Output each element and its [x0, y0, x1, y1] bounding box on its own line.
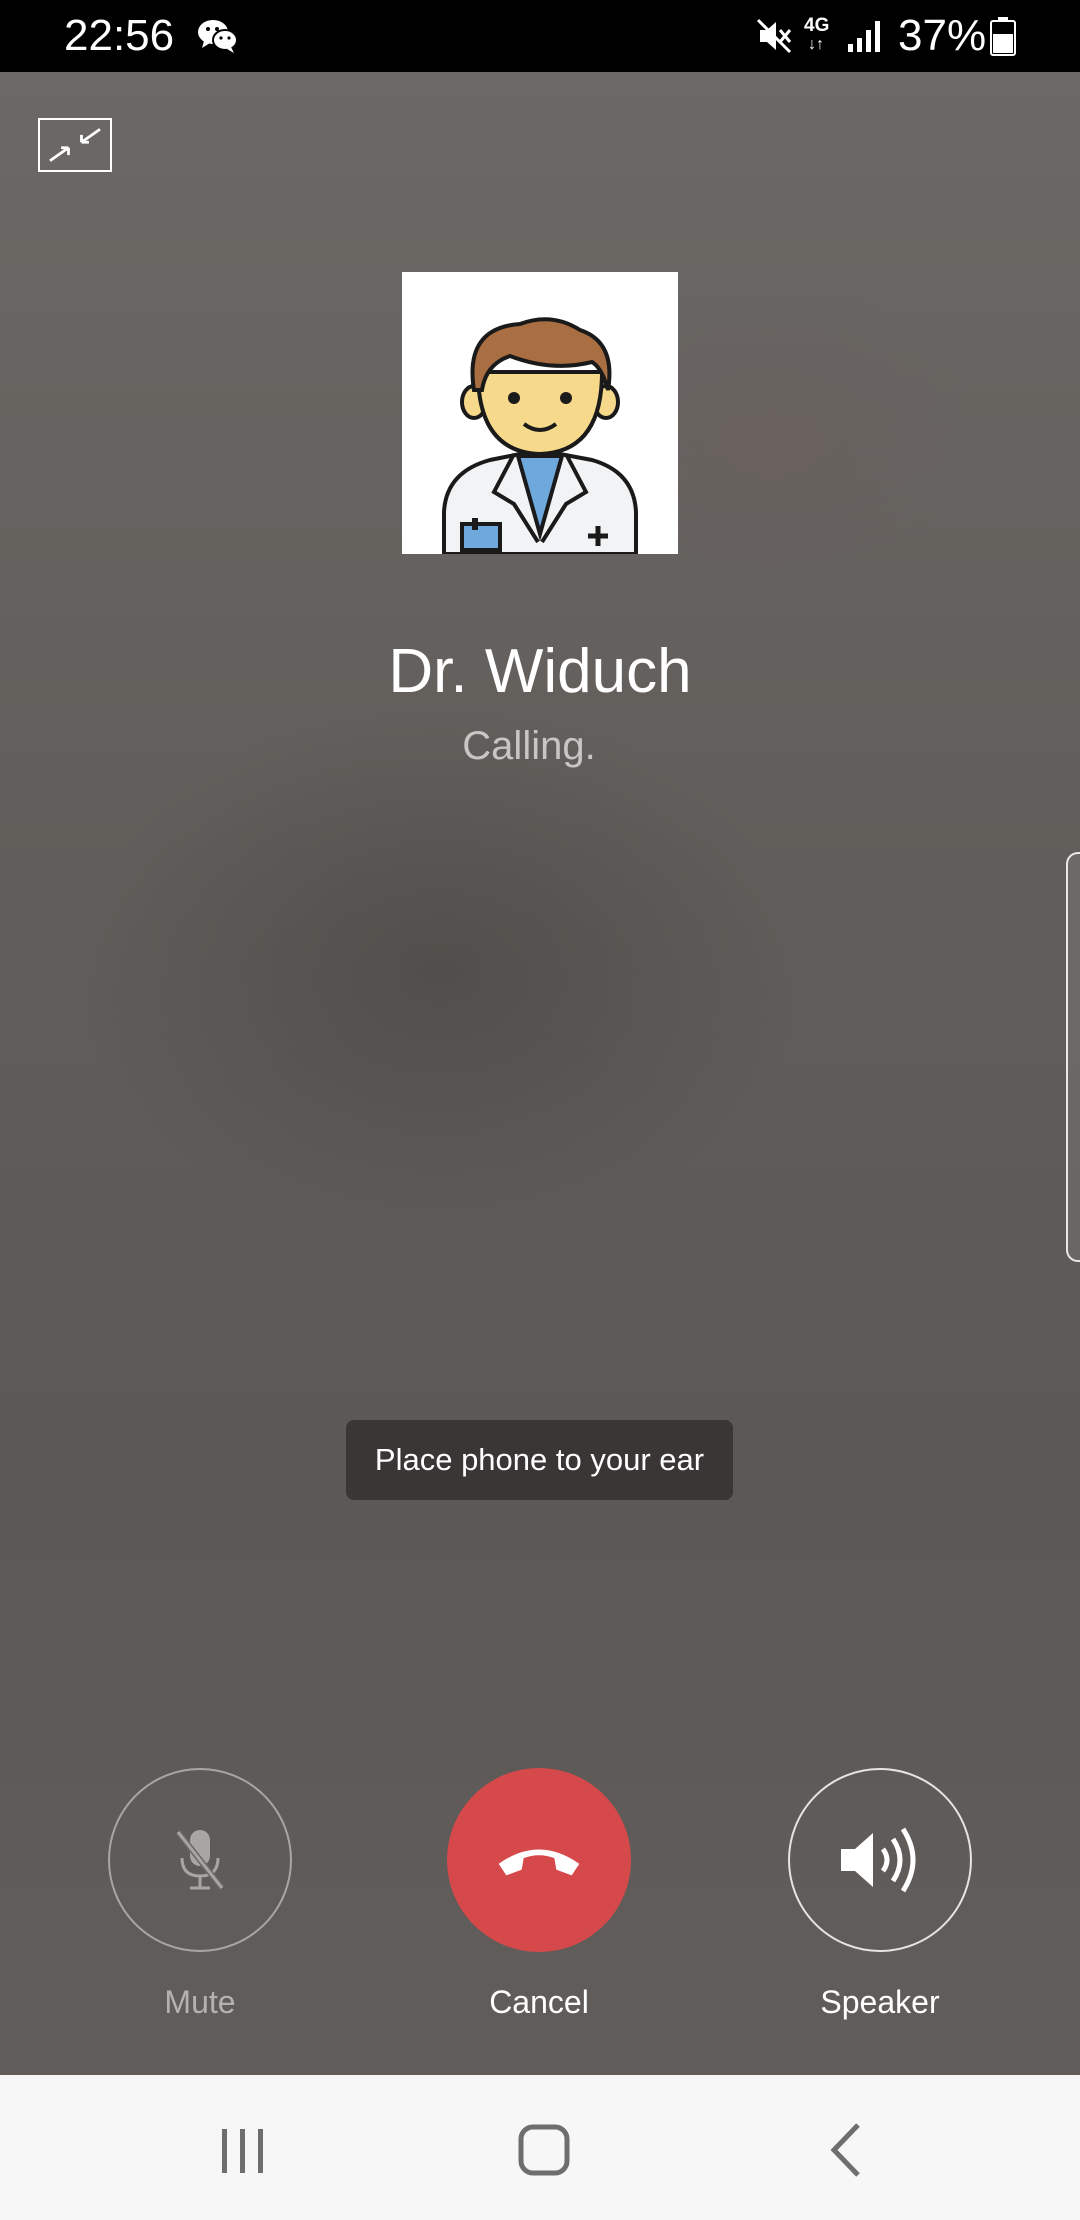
battery-percent: 37% — [898, 11, 987, 60]
mute-button[interactable]: Mute — [108, 1768, 292, 2038]
speaker-icon — [841, 1827, 916, 1893]
recents-icon — [222, 2129, 263, 2173]
cancel-circle[interactable] — [447, 1768, 631, 1952]
call-screen: Dr. Widuch Calling. Place phone to your … — [0, 72, 1080, 2075]
speaker-circle[interactable] — [788, 1768, 972, 1952]
back-button[interactable] — [812, 2115, 882, 2185]
navigation-bar — [0, 2075, 1080, 2220]
cancel-label: Cancel — [489, 1984, 589, 2020]
recents-button[interactable] — [208, 2115, 278, 2185]
network-type: 4G ↓↑ — [804, 15, 830, 54]
speaker-label: Speaker — [820, 1984, 940, 2020]
mute-label: Mute — [164, 1984, 236, 2020]
avatar — [402, 272, 678, 554]
minimize-icon — [49, 128, 101, 162]
hang-up-icon — [498, 1849, 580, 1876]
signal-icon — [846, 18, 882, 54]
edge-panel-handle[interactable] — [1066, 852, 1080, 1262]
wechat-icon — [196, 16, 240, 56]
call-status: Calling. — [462, 724, 596, 768]
status-bar: 22:56 4G ↓↑ 37% — [0, 0, 1080, 72]
mic-off-icon — [175, 1830, 225, 1890]
cancel-button[interactable]: Cancel — [447, 1768, 631, 2038]
caller-name: Dr. Widuch — [388, 637, 692, 706]
status-time: 22:56 — [64, 11, 175, 60]
minimize-button[interactable] — [38, 118, 112, 172]
speaker-button[interactable]: Speaker — [788, 1768, 972, 2038]
back-icon — [830, 2123, 860, 2177]
battery-icon — [990, 16, 1016, 56]
mute-icon — [754, 16, 794, 56]
home-button[interactable] — [509, 2115, 579, 2185]
doctor-avatar-icon — [442, 317, 638, 554]
home-icon — [518, 2124, 570, 2176]
mute-circle[interactable] — [108, 1768, 292, 1952]
proximity-toast: Place phone to your ear — [346, 1420, 733, 1500]
